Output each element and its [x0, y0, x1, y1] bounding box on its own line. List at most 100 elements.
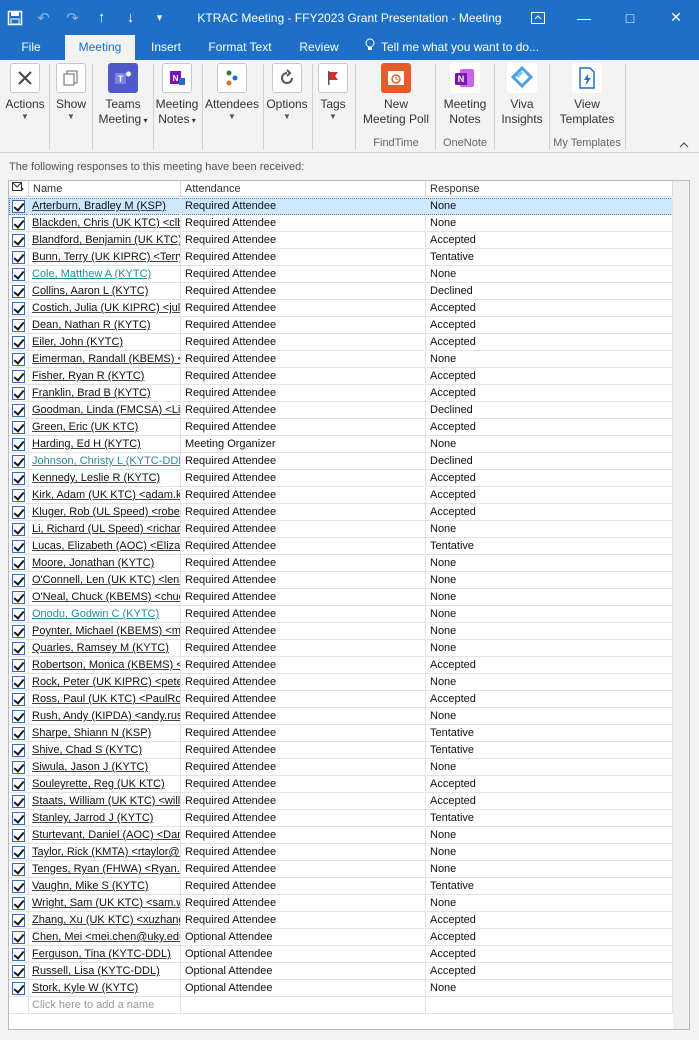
column-header-name[interactable]: Name [29, 181, 181, 197]
attendee-name[interactable]: Vaughn, Mike S (KYTC) [29, 878, 181, 895]
attendee-attendance[interactable]: Required Attendee [181, 402, 426, 419]
attendee-row[interactable]: O'Connell, Len (UK KTC) <lenah Required A… [9, 572, 673, 589]
send-checkbox[interactable] [12, 778, 25, 791]
attendee-row[interactable]: Zhang, Xu (UK KTC) <xuzhang Required Atte… [9, 912, 673, 929]
attendee-name[interactable]: Onodu, Godwin C (KYTC) [29, 606, 181, 623]
attendee-name[interactable]: Taylor, Rick (KMTA) <rtaylor@k [29, 844, 181, 861]
attendee-row[interactable]: Lucas, Elizabeth (AOC) <Elizabe Required … [9, 538, 673, 555]
close-button[interactable]: ✕ [653, 0, 699, 35]
next-item-icon[interactable]: ↓ [116, 0, 145, 35]
attendee-row[interactable]: Taylor, Rick (KMTA) <rtaylor@k Required A… [9, 844, 673, 861]
attendee-name[interactable]: Sharpe, Shiann N (KSP) [29, 725, 181, 742]
attendee-attendance[interactable]: Required Attendee [181, 300, 426, 317]
attendee-row[interactable]: Wright, Sam (UK KTC) <sam.wr Required Att… [9, 895, 673, 912]
send-checkbox[interactable] [12, 642, 25, 655]
attendee-attendance[interactable]: Required Attendee [181, 351, 426, 368]
send-checkbox[interactable] [12, 285, 25, 298]
send-checkbox[interactable] [12, 659, 25, 672]
attendee-row[interactable]: Dean, Nathan R (KYTC) Required Attendee Ac… [9, 317, 673, 334]
send-checkbox[interactable] [12, 574, 25, 587]
tab-meeting[interactable]: Meeting [65, 35, 135, 60]
send-checkbox[interactable] [12, 693, 25, 706]
attendee-name[interactable]: Zhang, Xu (UK KTC) <xuzhang [29, 912, 181, 929]
attendee-attendance[interactable]: Required Attendee [181, 385, 426, 402]
send-checkbox[interactable] [12, 455, 25, 468]
send-checkbox[interactable] [12, 982, 25, 995]
send-checkbox[interactable] [12, 608, 25, 621]
send-checkbox[interactable] [12, 540, 25, 553]
send-checkbox[interactable] [12, 336, 25, 349]
maximize-button[interactable]: □ [607, 0, 653, 35]
attendee-name[interactable]: Kirk, Adam (UK KTC) <adam.kirl [29, 487, 181, 504]
show-button[interactable]: Show ▼ [52, 63, 90, 135]
attendee-row[interactable]: Costich, Julia (UK KIPRC) <julia Required… [9, 300, 673, 317]
send-checkbox[interactable] [12, 625, 25, 638]
attendee-name[interactable]: Stork, Kyle W (KYTC) [29, 980, 181, 997]
attendee-attendance[interactable]: Required Attendee [181, 470, 426, 487]
attendee-row[interactable]: Rush, Andy (KIPDA) <andy.rus Required Att… [9, 708, 673, 725]
column-header-attendance[interactable]: Attendance [181, 181, 426, 197]
attendee-row[interactable]: Souleyrette, Reg (UK KTC) Required Attend… [9, 776, 673, 793]
attendee-name[interactable]: Fisher, Ryan R (KYTC) [29, 368, 181, 385]
attendee-name[interactable]: Moore, Jonathan (KYTC) [29, 555, 181, 572]
send-checkbox[interactable] [12, 931, 25, 944]
attendee-row[interactable]: Kluger, Rob (UL Speed) <rober Required At… [9, 504, 673, 521]
attendee-attendance[interactable]: Required Attendee [181, 810, 426, 827]
attendee-row[interactable]: Sharpe, Shiann N (KSP) Required Attendee T… [9, 725, 673, 742]
minimize-button[interactable]: — [561, 0, 607, 35]
attendee-name[interactable]: Lucas, Elizabeth (AOC) <Elizabe [29, 538, 181, 555]
send-checkbox[interactable] [12, 795, 25, 808]
send-checkbox[interactable] [12, 421, 25, 434]
attendee-attendance[interactable]: Required Attendee [181, 521, 426, 538]
attendee-name[interactable]: Quarles, Ramsey M (KYTC) [29, 640, 181, 657]
attendee-name[interactable]: Kluger, Rob (UL Speed) <rober [29, 504, 181, 521]
send-checkbox[interactable] [12, 965, 25, 978]
attendee-row[interactable]: Staats, William (UK KTC) <willian Require… [9, 793, 673, 810]
attendee-attendance[interactable]: Required Attendee [181, 368, 426, 385]
attendee-attendance[interactable]: Required Attendee [181, 572, 426, 589]
attendee-name[interactable]: Poynter, Michael (KBEMS) <mic [29, 623, 181, 640]
send-checkbox[interactable] [12, 948, 25, 961]
attendee-name[interactable]: Green, Eric (UK KTC) [29, 419, 181, 436]
redo-icon[interactable]: ↷ [58, 0, 87, 35]
meeting-notes-small-button[interactable]: N Meeting Notes ▾ [153, 63, 201, 135]
attendee-row[interactable]: Stork, Kyle W (KYTC) Optional Attendee Non… [9, 980, 673, 997]
tab-review[interactable]: Review [290, 35, 348, 60]
attendee-row[interactable]: Franklin, Brad B (KYTC) Required Attendee… [9, 385, 673, 402]
attendee-name[interactable]: Russell, Lisa (KYTC-DDL) [29, 963, 181, 980]
attendee-attendance[interactable]: Required Attendee [181, 334, 426, 351]
send-checkbox[interactable] [12, 200, 25, 213]
attendee-row[interactable]: Quarles, Ramsey M (KYTC) Required Attende… [9, 640, 673, 657]
attendee-name[interactable]: Ferguson, Tina (KYTC-DDL) [29, 946, 181, 963]
attendee-name[interactable]: Costich, Julia (UK KIPRC) <julia [29, 300, 181, 317]
attendee-row[interactable]: Bunn, Terry (UK KIPRC) <Terry Required At… [9, 249, 673, 266]
attendee-attendance[interactable]: Required Attendee [181, 504, 426, 521]
send-checkbox[interactable] [12, 914, 25, 927]
attendee-row[interactable]: Arterburn, Bradley M (KSP) Required Atten… [9, 198, 673, 215]
attendee-attendance[interactable]: Required Attendee [181, 266, 426, 283]
attendee-row[interactable]: Ross, Paul (UK KTC) <PaulRoss Required At… [9, 691, 673, 708]
view-templates-button[interactable]: View Templates [550, 63, 624, 135]
attendee-row[interactable]: Sturtevant, Daniel (AOC) <Dan Required At… [9, 827, 673, 844]
attendee-name[interactable]: Shive, Chad S (KYTC) [29, 742, 181, 759]
tags-button[interactable]: Tags ▼ [314, 63, 352, 135]
add-name-row[interactable]: Click here to add a name [9, 997, 673, 1014]
attendee-name[interactable]: Chen, Mei <mei.chen@uky.edu [29, 929, 181, 946]
attendee-attendance[interactable]: Required Attendee [181, 317, 426, 334]
attendee-name[interactable]: Rock, Peter (UK KIPRC) <peter [29, 674, 181, 691]
new-meeting-poll-button[interactable]: New Meeting Poll [359, 63, 433, 135]
send-checkbox[interactable] [12, 880, 25, 893]
attendee-attendance[interactable]: Required Attendee [181, 708, 426, 725]
attendee-attendance[interactable]: Required Attendee [181, 912, 426, 929]
attendee-row[interactable]: Kirk, Adam (UK KTC) <adam.kirl Required A… [9, 487, 673, 504]
attendee-name[interactable]: Johnson, Christy L (KYTC-DDL) [29, 453, 181, 470]
attendees-button[interactable]: Attendees ▼ [204, 63, 260, 135]
attendee-name[interactable]: Kennedy, Leslie R (KYTC) [29, 470, 181, 487]
attendee-row[interactable]: Ferguson, Tina (KYTC-DDL) Optional Attend… [9, 946, 673, 963]
attendee-attendance[interactable]: Required Attendee [181, 249, 426, 266]
attendee-name[interactable]: Bunn, Terry (UK KIPRC) <Terry [29, 249, 181, 266]
vertical-scrollbar[interactable] [673, 181, 689, 1029]
send-checkbox[interactable] [12, 217, 25, 230]
send-checkbox[interactable] [12, 319, 25, 332]
attendee-attendance[interactable]: Required Attendee [181, 623, 426, 640]
